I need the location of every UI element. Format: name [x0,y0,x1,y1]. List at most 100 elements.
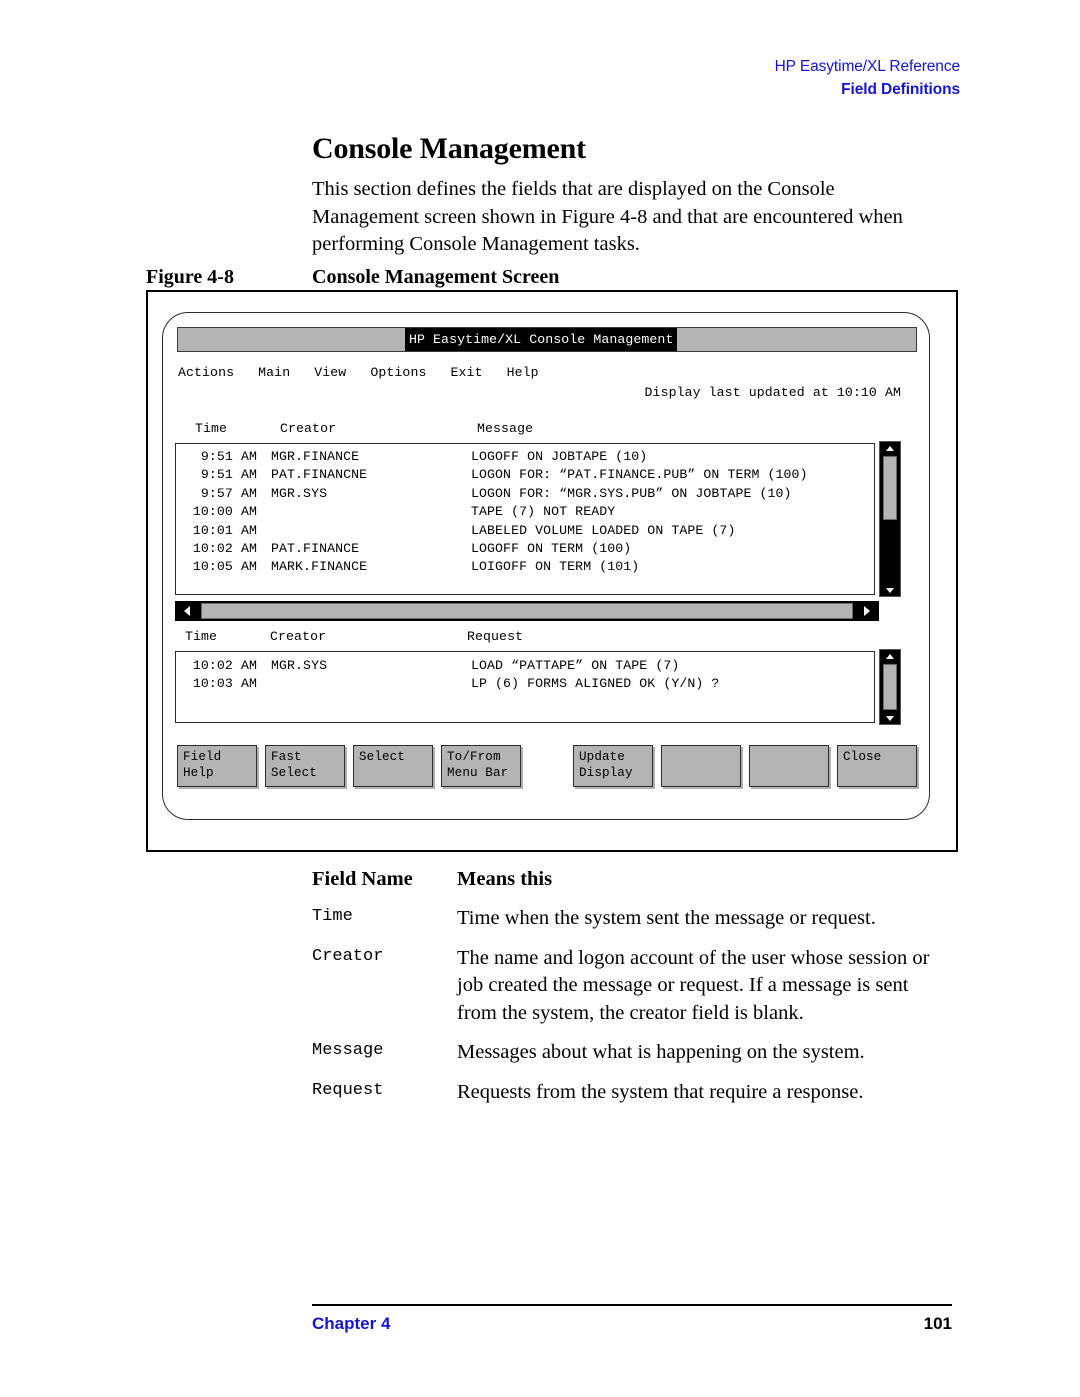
cell-message: LOGON FOR: “PAT.FINANCE.PUB” ON TERM (10… [471,467,808,483]
definition-field-name: Creator [312,946,384,966]
fkey-line1: To/From [447,750,501,764]
table-row[interactable]: 9:51 AM MGR.FINANCE LOGOFF ON JOBTAPE (10) [176,449,874,467]
function-key-update-display[interactable]: Update Display [573,745,653,787]
function-key-select[interactable]: Select [353,745,433,787]
definition-row: Request Requests from the system that re… [312,1079,952,1107]
table-row[interactable]: 10:05 AM MARK.FINANCE LOIGOFF ON TERM (101… [176,559,874,577]
cell-creator: MGR.SYS [271,485,328,501]
scrollbar-thumb[interactable] [883,664,897,710]
table-row[interactable]: 9:57 AM MGR.SYS LOGON FOR: “MGR.SYS.PUB” O… [176,486,874,504]
cell-request: LP (6) FORMS ALIGNED OK (Y/N) ? [471,676,720,692]
fkey-line1: Fast [271,750,302,764]
figure-title: Console Management Screen [312,266,560,288]
message-column-headers: Time Creator Message [195,421,533,436]
menu-item-options[interactable]: Options [370,365,426,380]
page-title: Console Management [312,132,586,165]
scroll-left-icon[interactable] [175,601,199,621]
cell-time: 9:57 AM [200,485,257,501]
definition-row: Time Time when the system sent the messa… [312,905,952,933]
menu-item-view[interactable]: View [314,365,346,380]
function-key-to-from-menu-bar[interactable]: To/From Menu Bar [441,745,521,787]
menu-item-actions[interactable]: Actions [178,365,234,380]
fkey-line1: Close [843,750,882,764]
definition-row: Message Messages about what is happening… [312,1039,952,1067]
figure-number: Figure 4-8 [146,266,234,288]
definition-description: The name and logon account of the user w… [457,946,930,1024]
table-row[interactable]: 10:01 AM LABELED VOLUME LOADED ON TAPE (7… [176,523,874,541]
cell-creator: MGR.SYS [271,658,328,673]
scroll-up-icon[interactable] [880,442,900,454]
definition-field-name: Request [312,1080,384,1100]
cell-time: 9:51 AM [200,449,257,464]
figure-frame: HP Easytime/XL Console Management Action… [146,290,958,852]
cell-time: 10:03 AM [192,676,257,692]
scrollbar-thumb[interactable] [201,603,853,619]
definitions-header-row: Field Name Means this [312,868,952,891]
running-header: HP Easytime/XL Reference Field Definitio… [775,55,961,102]
menu-item-main[interactable]: Main [258,365,290,380]
function-key-blank-2[interactable] [749,745,829,787]
fkey-line2: Select [271,765,317,780]
fkey-line1: Field [183,750,222,764]
fkey-line1: Update [579,750,625,764]
terminal-menubar[interactable]: Actions Main View Options Exit Help [178,365,539,380]
cell-time: 10:01 AM [192,522,257,538]
cell-message: LOIGOFF ON TERM (101) [471,559,640,575]
column-header-means-this: Means this [457,868,553,890]
menu-item-help[interactable]: Help [507,365,539,380]
scroll-right-icon[interactable] [855,601,879,621]
column-header-message: Message [477,421,534,436]
column-header-creator: Creator [280,421,337,436]
footer-page-number: 101 [923,1314,952,1333]
cell-message: LOGOFF ON TERM (100) [471,540,632,556]
message-list-vertical-scrollbar[interactable] [879,441,901,597]
definition-description: Time when the system sent the message or… [457,907,876,929]
column-header-creator: Creator [270,629,327,644]
function-key-blank-1[interactable] [661,745,741,787]
cell-time: 10:00 AM [192,504,257,520]
column-header-time: Time [195,421,228,436]
titlebar-spacer-left [178,328,391,351]
cell-message: LOGON FOR: “MGR.SYS.PUB” ON JOBTAPE (10) [471,485,792,501]
field-definitions-table: Field Name Means this Time Time when the… [312,868,952,1118]
message-list-horizontal-scrollbar[interactable] [175,601,879,621]
function-key-close[interactable]: Close [837,745,917,787]
table-row[interactable]: 9:51 AM PAT.FINANCNE LOGON FOR: “PAT.FINAN… [176,467,874,485]
table-row[interactable]: 10:03 AM LP (6) FORMS ALIGNED OK (Y/N) ? [176,676,874,694]
cell-creator: PAT.FINANCNE [271,467,368,483]
intro-paragraph: This section defines the fields that are… [312,178,903,255]
scrollbar-thumb[interactable] [883,456,897,520]
definition-field-name: Time [312,907,353,926]
definition-row: Creator The name and logon account of th… [312,945,952,1028]
cell-request: LOAD “PATTAPE” ON TAPE (7) [471,658,680,673]
cell-message: LOGOFF ON JOBTAPE (10) [471,449,648,464]
request-list-panel[interactable]: 10:02 AM MGR.SYS LOAD “PATTAPE” ON TAPE (7… [175,651,875,723]
cell-creator: PAT.FINANCE [271,540,360,556]
cell-time: 10:05 AM [192,559,257,575]
cell-message: TAPE (7) NOT READY [471,504,616,520]
column-header-time: Time [185,629,218,644]
terminal-titlebar-label: HP Easytime/XL Console Management [405,328,678,351]
request-list-vertical-scrollbar[interactable] [879,649,901,725]
fkey-line1: Select [359,750,405,764]
document-page: HP Easytime/XL Reference Field Definitio… [0,0,1080,1397]
table-row[interactable]: 10:02 AM MGR.SYS LOAD “PATTAPE” ON TAPE (7… [176,658,874,676]
cell-creator: MARK.FINANCE [271,559,368,575]
request-column-headers: Time Creator Request [185,629,523,644]
function-key-fast-select[interactable]: Fast Select [265,745,345,787]
scroll-down-icon[interactable] [880,712,900,724]
table-row[interactable]: 10:00 AM TAPE (7) NOT READY [176,504,874,522]
scroll-up-icon[interactable] [880,650,900,662]
function-key-row: Field Help Fast Select Select To/From Me… [177,745,917,789]
figure-caption: Figure 4-8 Console Management Screen [146,266,966,289]
terminal-screen: HP Easytime/XL Console Management Action… [163,313,929,819]
message-list-panel[interactable]: 9:51 AM MGR.FINANCE LOGOFF ON JOBTAPE (10)… [175,443,875,595]
column-header-field-name: Field Name [312,868,413,890]
cell-creator: MGR.FINANCE [271,449,360,464]
table-row[interactable]: 10:02 AM PAT.FINANCE LOGOFF ON TERM (100) [176,541,874,559]
fkey-line2: Menu Bar [447,765,509,780]
scroll-down-icon[interactable] [880,584,900,596]
function-key-field-help[interactable]: Field Help [177,745,257,787]
menu-item-exit[interactable]: Exit [451,365,483,380]
titlebar-spacer-right [677,328,916,351]
